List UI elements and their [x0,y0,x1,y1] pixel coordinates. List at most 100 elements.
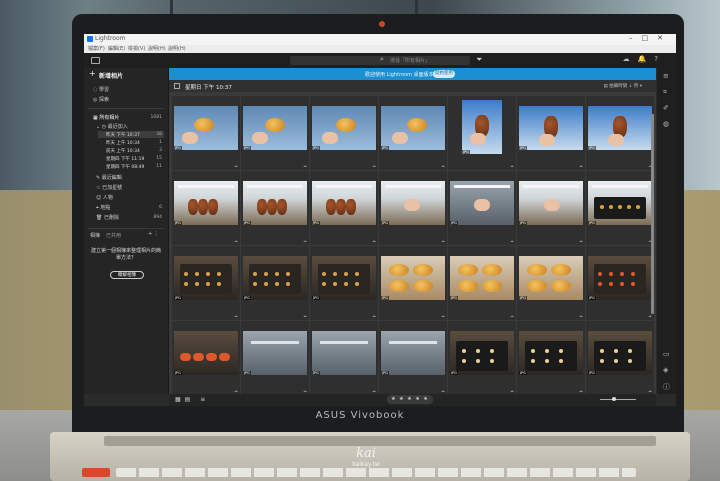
sort-control[interactable]: ▤ 拍攝時間 ↓ 所 ▾ [603,83,642,89]
heal-icon[interactable]: ✐ [663,104,669,112]
cloud-sync-icon: ☁ [579,163,583,168]
filter-icon[interactable]: ⏷ [476,55,482,65]
photo-cell[interactable]: JPG ☁ [310,171,378,245]
file-type-badge: JPG [174,221,182,225]
photo-cell[interactable]: JPG ☁ [517,321,585,395]
grid-scrollbar[interactable] [651,114,654,314]
photo-cell[interactable]: JPG ☁ [310,246,378,320]
cake-piece [275,272,279,276]
menu-view[interactable]: 檢視(V) [128,45,145,52]
photo-thumbnail: JPG [450,331,514,375]
photo-cell[interactable]: JPG ☁ [172,321,240,395]
comment-icon[interactable]: ▭ [663,350,670,358]
recent-item[interactable]: 昨天 下午 10:37 [106,132,140,138]
mask-icon[interactable]: ◍ [663,120,669,128]
nav-people[interactable]: ☺ 人物 [96,194,113,201]
nav-starred[interactable]: ☆ 已加星號 [96,184,122,191]
recent-item[interactable]: 星期四 下午 11:19 [106,156,144,162]
all-photos-count: 1081 [150,115,162,120]
search-input[interactable]: ⌕ 搜尋「所有相片」 [290,55,470,65]
photo-cell[interactable]: JPG ☁ [241,246,309,320]
batter-dot [559,359,563,363]
photo-cell[interactable]: JPG ☁ [517,171,585,245]
batter-dot [614,349,618,353]
batter-dot [628,349,632,353]
batter-dot [614,359,618,363]
add-photos-button[interactable]: 新增相片 [99,71,123,80]
get-started-button[interactable]: 開始使用 [433,70,455,78]
recent-item[interactable]: 前天 上午 10:34 [106,148,140,154]
grilled-cake [198,199,208,215]
photo-cell[interactable]: JPG ☁ [586,96,654,170]
plus-icon[interactable]: + [89,69,96,78]
laptop-brand: ASUS Vivobook [315,410,405,421]
learn-albums-button[interactable]: 瞭解相簿 [110,271,144,279]
file-type-badge: JPG [519,371,527,375]
tag-icon[interactable]: ◈ [663,366,668,374]
cloud-sync-icon: ☁ [579,388,583,393]
photo-cell[interactable]: JPG ☁ [310,96,378,170]
zoom-slider[interactable] [600,399,636,400]
people-label: 人物 [102,195,113,201]
photo-cell[interactable]: JPG ☁ [241,321,309,395]
nav-all-photos[interactable]: ▦ 所有相片 [93,114,119,121]
crop-icon[interactable]: ⌗ [663,88,667,97]
photo-cell[interactable]: JPG ☁ [241,96,309,170]
edit-icon[interactable]: ≡ [663,72,669,80]
cake-piece [195,272,199,276]
select-all-checkbox[interactable] [174,83,180,89]
photo-cell[interactable]: JPG ☁ [517,96,585,170]
photo-cell[interactable]: JPG ☁ [379,246,447,320]
photo-cell[interactable]: JPG ☁ [379,321,447,395]
tab-albums[interactable]: 相簿 [90,232,100,239]
batter-dot [462,359,466,363]
window-controls[interactable]: –□✕ [629,34,672,42]
photo-thumbnail: JPG [588,106,652,150]
panel-toggle-icon[interactable] [91,57,100,64]
photo-cell[interactable]: JPG ☁ [172,246,240,320]
photo-cell[interactable]: JPG ☁ [241,171,309,245]
menu-help-2[interactable]: 說明(H) [168,45,186,52]
menu-edit[interactable]: 編輯(E) [108,45,125,52]
recent-item[interactable]: 昨天 上午 10:34 [106,140,140,146]
photo-cell[interactable]: JPG ☁ [172,96,240,170]
file-type-badge: JPG [312,296,320,300]
shop-light [454,185,510,188]
photo-cell[interactable]: JPG ☁ [448,96,516,170]
recent-item[interactable]: 星期四 下午 08:49 [106,164,144,170]
grilled-cake [277,199,287,215]
photo-cell[interactable]: JPG ☁ [586,246,654,320]
photo-cell[interactable]: JPG ☁ [448,321,516,395]
nav-learn[interactable]: ◌ 學習 [93,86,109,93]
nav-discover[interactable]: ◎ 探索 [93,96,109,103]
nav-deleted[interactable]: 🗑 已刪除 [96,214,119,221]
tab-shared[interactable]: 已共用 [106,232,121,239]
photo-cell[interactable]: JPG ☁ [172,171,240,245]
cake-piece [286,272,290,276]
title-bar: Lightroom –□✕ [84,34,676,45]
photo-cell[interactable]: JPG ☁ [517,246,585,320]
photo-cell[interactable]: JPG ☁ [586,321,654,395]
view-mode-icons[interactable]: ▦▤ ≡ [175,396,209,403]
photo-thumbnail: JPG [462,100,502,154]
photo-cell[interactable]: JPG ☁ [448,171,516,245]
zoom-slider-knob[interactable] [612,397,616,401]
cake-piece [482,280,502,292]
toolbar-right-icons[interactable]: ☁🔔? [623,55,666,63]
photo-cell[interactable]: JPG ☁ [586,171,654,245]
photo-cell[interactable]: JPG ☁ [448,246,516,320]
rating-stars[interactable]: ★ ★ ★ ★ ★ [387,395,433,404]
add-album-icon[interactable]: + ⋮ [148,231,159,237]
photo-cell[interactable]: JPG ☁ [310,321,378,395]
info-icon[interactable]: ⓘ [663,382,670,392]
menu-file[interactable]: 檔案(F) [88,45,105,52]
photo-cell[interactable]: JPG ☁ [379,96,447,170]
menu-help[interactable]: 說明(H) [148,45,166,52]
nav-places[interactable]: ⌖ 地點 [96,204,110,211]
nav-recently-edited[interactable]: ✎ 最近編輯 [96,174,122,181]
nav-recently-added[interactable]: ⌄ ◷ 最近加入 [96,123,128,130]
cake-piece [206,282,210,286]
photo-cell[interactable]: JPG ☁ [379,171,447,245]
photo-thumbnail: JPG [519,331,583,375]
cloud-sync-icon: ☁ [441,388,445,393]
